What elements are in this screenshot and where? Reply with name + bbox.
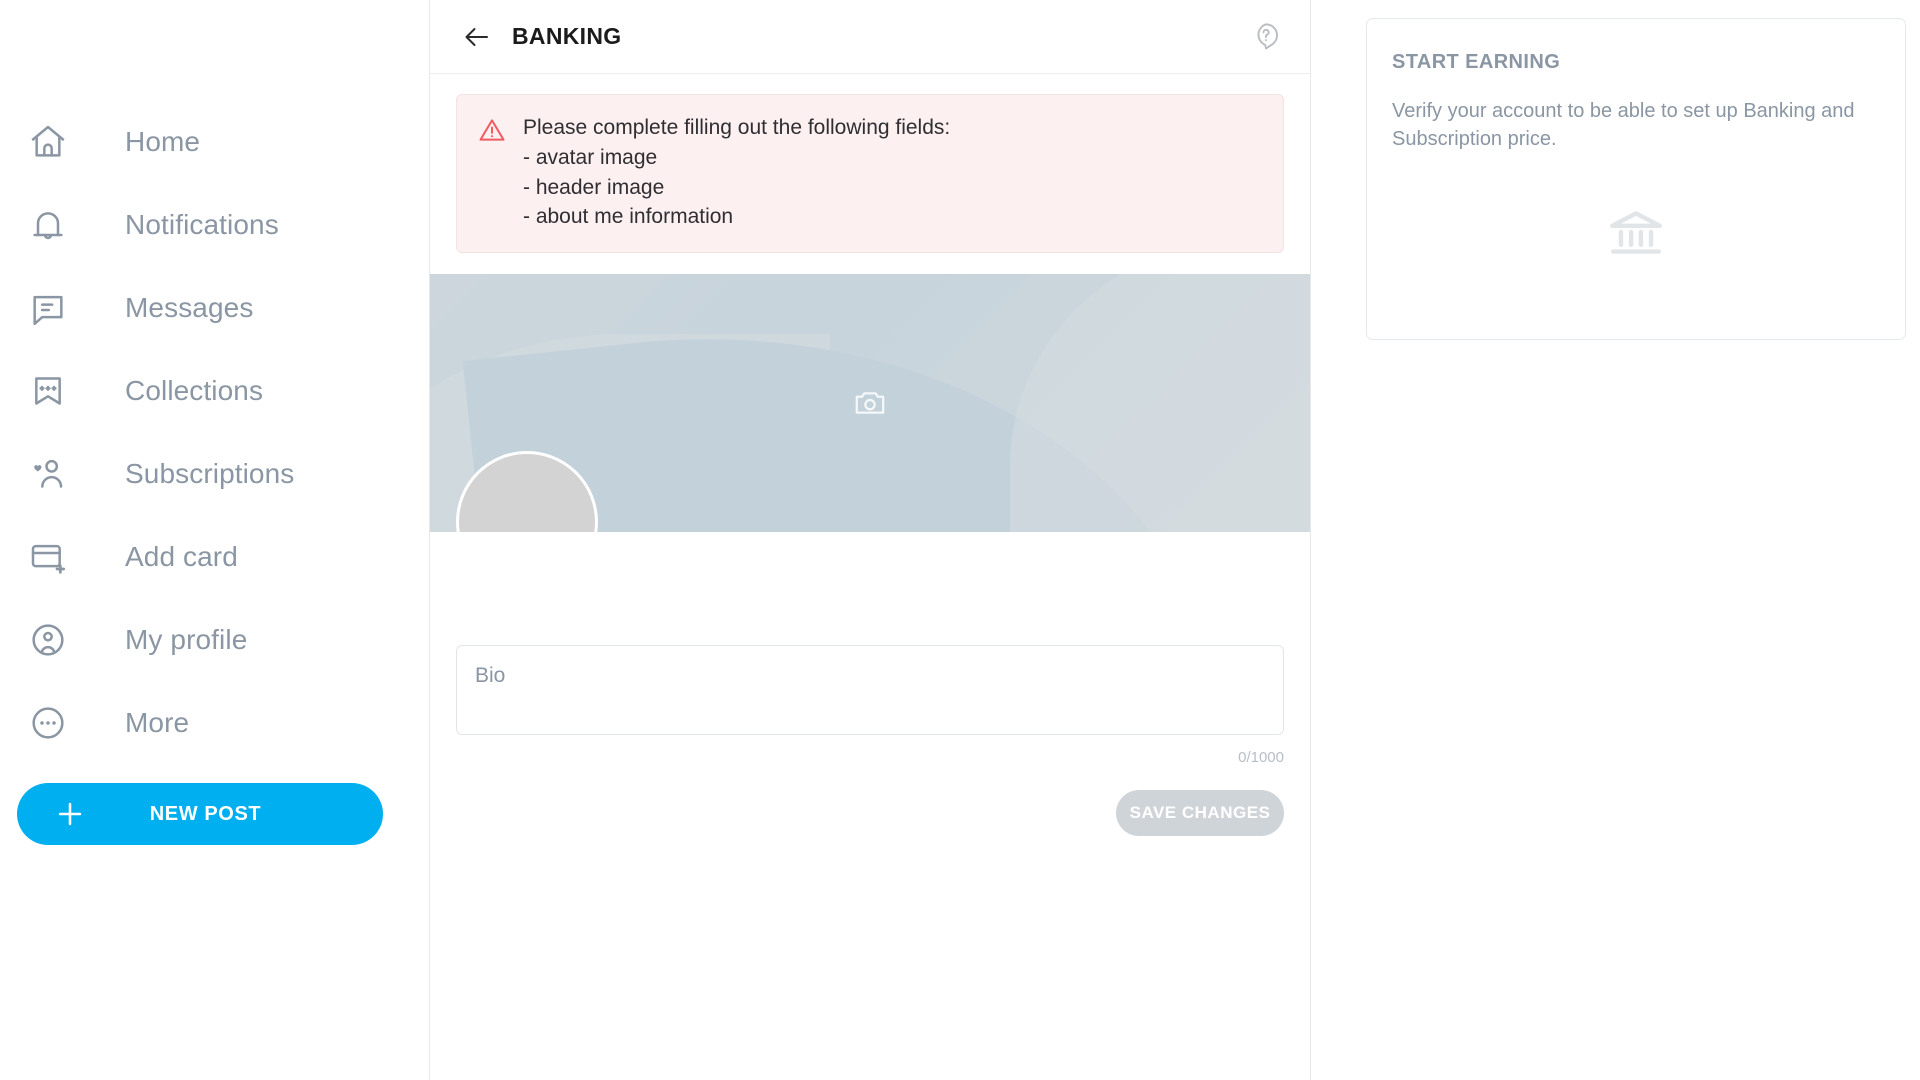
sidebar-item-my-profile[interactable]: My profile bbox=[0, 598, 429, 681]
warning-triangle-icon bbox=[477, 115, 507, 145]
sidebar-item-label: My profile bbox=[125, 623, 248, 655]
alert-line-about: - about me information bbox=[523, 205, 734, 229]
sidebar-item-label: Messages bbox=[125, 291, 254, 323]
page-title: BANKING bbox=[512, 23, 622, 49]
page-header: BANKING bbox=[430, 0, 1310, 74]
alert-body: Please complete filling out the followin… bbox=[523, 113, 950, 232]
sidebar-item-messages[interactable]: Messages bbox=[0, 266, 429, 349]
plus-icon bbox=[52, 796, 88, 832]
sidebar-item-label: Notifications bbox=[125, 208, 279, 240]
new-post-label: NEW POST bbox=[149, 802, 262, 825]
save-changes-button[interactable]: SAVE CHANGES bbox=[1116, 790, 1284, 837]
message-icon bbox=[20, 280, 76, 336]
person-heart-icon bbox=[20, 446, 76, 502]
validation-alert: Please complete filling out the followin… bbox=[456, 94, 1284, 254]
alert-line-header: - header image bbox=[523, 175, 665, 199]
camera-icon[interactable] bbox=[852, 385, 888, 421]
sidebar-item-label: Add card bbox=[125, 540, 238, 572]
sidebar-item-home[interactable]: Home bbox=[0, 100, 429, 183]
bio-character-counter: 0/1000 bbox=[1238, 749, 1284, 767]
new-post-button[interactable]: NEW POST bbox=[17, 783, 383, 845]
help-question-icon[interactable] bbox=[1250, 20, 1284, 54]
sidebar-item-more[interactable]: More bbox=[0, 681, 429, 764]
sidebar-item-label: Subscriptions bbox=[125, 457, 295, 489]
header-image-upload[interactable] bbox=[430, 274, 1310, 533]
arrow-left-icon[interactable] bbox=[460, 20, 494, 54]
sidebar-item-notifications[interactable]: Notifications bbox=[0, 183, 429, 266]
start-earning-card: START EARNING Verify your account to be … bbox=[1366, 18, 1906, 340]
alert-title: Please complete filling out the followin… bbox=[523, 116, 951, 139]
sidebar-item-label: More bbox=[125, 706, 190, 738]
right-sidebar: START EARNING Verify your account to be … bbox=[1366, 0, 1920, 1080]
sidebar-item-add-card[interactable]: Add card bbox=[0, 515, 429, 598]
center-column: BANKING Please complete filling out the … bbox=[429, 0, 1311, 1080]
sidebar: Home Notifications Messages Collections … bbox=[0, 0, 429, 1080]
start-earning-text: Verify your account to be able to set up… bbox=[1392, 100, 1855, 151]
bell-icon bbox=[20, 197, 76, 253]
alert-line-avatar: - avatar image bbox=[523, 145, 658, 169]
start-earning-title: START EARNING bbox=[1392, 51, 1561, 73]
bio-section: 0/1000 SAVE CHANGES bbox=[430, 645, 1310, 837]
home-icon bbox=[20, 114, 76, 170]
ellipsis-circle-icon bbox=[20, 695, 76, 751]
bookmark-stars-icon bbox=[20, 363, 76, 419]
sidebar-item-label: Collections bbox=[125, 374, 264, 406]
bank-icon bbox=[1605, 202, 1667, 269]
app-root: Home Notifications Messages Collections … bbox=[0, 0, 1920, 1080]
sidebar-item-collections[interactable]: Collections bbox=[0, 349, 429, 432]
user-circle-icon bbox=[20, 612, 76, 668]
save-row: SAVE CHANGES bbox=[456, 790, 1284, 837]
sidebar-item-subscriptions[interactable]: Subscriptions bbox=[0, 432, 429, 515]
banner-shape-c bbox=[1010, 274, 1310, 533]
bio-input[interactable] bbox=[456, 645, 1284, 736]
sidebar-item-label: Home bbox=[125, 125, 201, 157]
credit-card-plus-icon bbox=[20, 529, 76, 585]
start-earning-icon-wrap bbox=[1392, 202, 1880, 269]
